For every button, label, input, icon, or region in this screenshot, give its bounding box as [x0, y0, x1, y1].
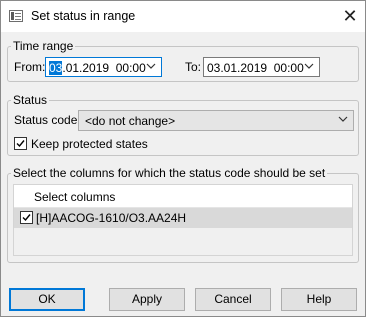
status-code-label: Status code: — [14, 113, 81, 127]
column-label: [H]AACOG-1610/O3.AA24H — [36, 211, 187, 225]
checkmark-icon — [16, 140, 25, 148]
chevron-down-icon — [338, 114, 348, 125]
keep-protected-label: Keep protected states — [31, 137, 148, 151]
cancel-button[interactable]: Cancel — [195, 288, 271, 311]
status-code-value: <do not change> — [85, 114, 176, 128]
list-header-label: Select columns — [34, 190, 116, 204]
from-datetime-picker[interactable]: 03.01.2019 00:00 — [45, 57, 162, 77]
to-label: To: — [185, 60, 202, 74]
set-status-dialog: Set status in range ✕ Time range From: 0… — [0, 0, 366, 317]
from-day-selected: 03 — [49, 61, 63, 75]
list-header[interactable]: Select columns — [14, 185, 352, 208]
ok-button[interactable]: OK — [9, 288, 85, 311]
close-icon[interactable]: ✕ — [336, 5, 364, 27]
list-empty-area — [14, 228, 352, 255]
time-range-legend: Time range — [13, 39, 74, 53]
columns-legend: Select the columns for which the status … — [13, 166, 326, 180]
title-bar: Set status in range ✕ — [1, 1, 365, 32]
checkmark-icon — [22, 214, 31, 222]
to-value: 03.01.2019 00:00 — [207, 61, 304, 75]
column-checkbox[interactable] — [20, 211, 33, 224]
from-value-rest: .01.2019 00:00 — [62, 61, 146, 75]
from-label: From: — [14, 60, 46, 74]
status-legend: Status — [13, 93, 48, 107]
chevron-down-icon[interactable] — [145, 60, 157, 74]
list-item[interactable]: [H]AACOG-1610/O3.AA24H — [14, 208, 352, 228]
apply-button[interactable]: Apply — [109, 288, 185, 311]
keep-protected-checkbox[interactable] — [14, 137, 27, 150]
help-button[interactable]: Help — [281, 288, 357, 311]
app-icon — [9, 10, 23, 22]
window-title: Set status in range — [31, 9, 136, 23]
columns-list[interactable]: Select columns [H]AACOG-1610/O3.AA24H — [13, 184, 353, 256]
status-code-select[interactable]: <do not change> — [78, 110, 354, 131]
chevron-down-icon[interactable] — [303, 60, 315, 74]
to-datetime-picker[interactable]: 03.01.2019 00:00 — [203, 57, 320, 77]
